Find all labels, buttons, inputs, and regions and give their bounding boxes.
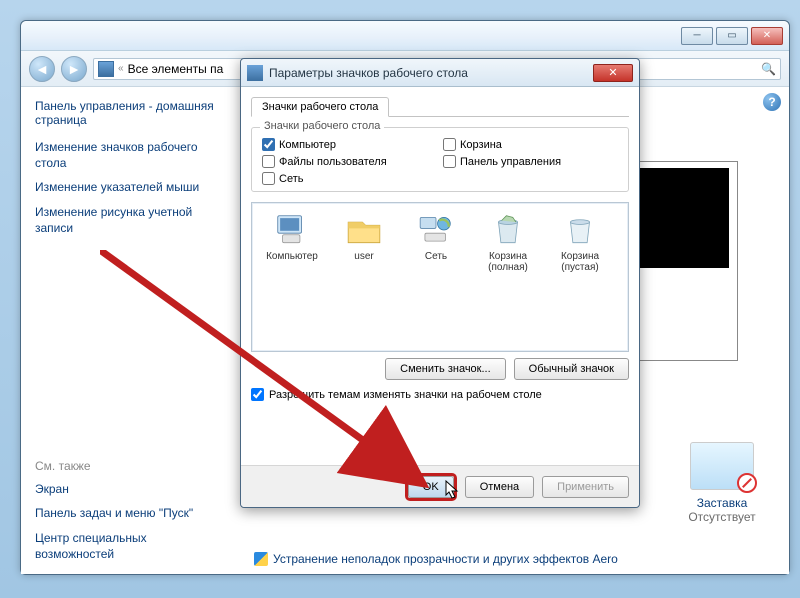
- allow-themes-checkbox[interactable]: Разрешить темам изменять значки на рабоч…: [251, 388, 629, 401]
- checkbox-recycle-input[interactable]: [443, 138, 456, 151]
- forward-button[interactable]: ►: [61, 56, 87, 82]
- sidebar-home-link[interactable]: Панель управления - домашняя страница: [35, 99, 222, 127]
- shield-icon: [254, 552, 268, 566]
- recycle-full-icon: [489, 211, 527, 249]
- checkbox-computer-input[interactable]: [262, 138, 275, 151]
- checkbox-computer-label: Компьютер: [279, 139, 336, 151]
- icon-label: user: [328, 251, 400, 262]
- seealso-heading: См. также: [35, 451, 222, 473]
- icon-list[interactable]: Компьютер user Сеть: [251, 202, 629, 352]
- sidebar-link-mouse-pointers[interactable]: Изменение указателей мыши: [35, 179, 222, 195]
- seealso-taskbar[interactable]: Панель задач и меню "Пуск": [35, 505, 222, 521]
- no-icon: [737, 473, 757, 493]
- checkbox-computer[interactable]: Компьютер: [262, 138, 437, 151]
- chevron-left-icon: «: [118, 63, 124, 74]
- computer-icon: [273, 211, 311, 249]
- network-icon: [417, 211, 455, 249]
- icon-item-recycle-empty[interactable]: Корзина (пустая): [544, 211, 616, 273]
- seealso-accessibility[interactable]: Центр специальных возможностей: [35, 530, 222, 562]
- allow-themes-label: Разрешить темам изменять значки на рабоч…: [269, 389, 542, 401]
- search-icon: 🔍: [761, 62, 776, 76]
- titlebar: ─ ▭ ✕: [21, 21, 789, 51]
- recycle-empty-icon: [561, 211, 599, 249]
- apply-button[interactable]: Применить: [542, 476, 629, 498]
- help-icon[interactable]: ?: [763, 93, 781, 111]
- breadcrumb-text: Все элементы па: [128, 62, 224, 76]
- icon-label: Компьютер: [256, 251, 328, 262]
- cancel-button[interactable]: Отмена: [465, 476, 534, 498]
- breadcrumb-icon: [98, 61, 114, 77]
- sidebar-link-desktop-icons[interactable]: Изменение значков рабочего стола: [35, 139, 222, 171]
- screensaver-block[interactable]: Заставка Отсутствует: [677, 442, 767, 524]
- checkbox-recycle[interactable]: Корзина: [443, 138, 618, 151]
- tab-desktop-icons[interactable]: Значки рабочего стола: [251, 97, 389, 117]
- desktop-icons-groupbox: Значки рабочего стола Компьютер Корзина …: [251, 127, 629, 192]
- icon-item-recycle-full[interactable]: Корзина (полная): [472, 211, 544, 273]
- sidebar: Панель управления - домашняя страница Из…: [21, 87, 236, 574]
- dialog-title: Параметры значков рабочего стола: [269, 66, 587, 80]
- checkbox-recycle-label: Корзина: [460, 139, 502, 151]
- groupbox-legend: Значки рабочего стола: [260, 120, 384, 132]
- close-button[interactable]: ✕: [751, 27, 783, 45]
- checkbox-userfiles[interactable]: Файлы пользователя: [262, 155, 437, 168]
- folder-icon: [345, 211, 383, 249]
- dialog-footer: OK Отмена Применить: [241, 465, 639, 507]
- icon-item-computer[interactable]: Компьютер: [256, 211, 328, 273]
- tab-row: Значки рабочего стола: [251, 93, 629, 117]
- dialog-icon: [247, 65, 263, 81]
- checkbox-network[interactable]: Сеть: [262, 172, 437, 185]
- dialog-titlebar: Параметры значков рабочего стола ✕: [241, 59, 639, 87]
- aero-link-text: Устранение неполадок прозрачности и друг…: [273, 552, 618, 566]
- checkbox-cpanel-label: Панель управления: [460, 156, 561, 168]
- aero-troubleshoot-link[interactable]: Устранение неполадок прозрачности и друг…: [254, 552, 618, 566]
- checkbox-cpanel-input[interactable]: [443, 155, 456, 168]
- icon-label: Корзина (пустая): [544, 251, 616, 273]
- allow-themes-input[interactable]: [251, 388, 264, 401]
- seealso-display[interactable]: Экран: [35, 481, 222, 497]
- icon-label: Сеть: [400, 251, 472, 262]
- checkbox-network-label: Сеть: [279, 173, 303, 185]
- screensaver-subtitle: Отсутствует: [677, 510, 767, 524]
- back-button[interactable]: ◄: [29, 56, 55, 82]
- search-input[interactable]: [626, 63, 757, 75]
- checkbox-userfiles-input[interactable]: [262, 155, 275, 168]
- sidebar-link-account-picture[interactable]: Изменение рисунка учетной записи: [35, 204, 222, 236]
- search-box[interactable]: 🔍: [621, 58, 781, 80]
- ok-highlight-box: OK: [405, 473, 457, 501]
- icon-item-network[interactable]: Сеть: [400, 211, 472, 273]
- screensaver-thumb-icon: [690, 442, 754, 490]
- checkbox-userfiles-label: Файлы пользователя: [279, 156, 387, 168]
- default-icon-button[interactable]: Обычный значок: [514, 358, 629, 380]
- checkbox-cpanel[interactable]: Панель управления: [443, 155, 618, 168]
- change-icon-button[interactable]: Сменить значок...: [385, 358, 506, 380]
- icon-item-user[interactable]: user: [328, 211, 400, 273]
- dialog-close-button[interactable]: ✕: [593, 64, 633, 82]
- ok-button[interactable]: OK: [408, 476, 454, 498]
- maximize-button[interactable]: ▭: [716, 27, 748, 45]
- checkbox-network-input[interactable]: [262, 172, 275, 185]
- desktop-icon-settings-dialog: Параметры значков рабочего стола ✕ Значк…: [240, 58, 640, 508]
- minimize-button[interactable]: ─: [681, 27, 713, 45]
- screensaver-title: Заставка: [677, 496, 767, 510]
- icon-label: Корзина (полная): [472, 251, 544, 273]
